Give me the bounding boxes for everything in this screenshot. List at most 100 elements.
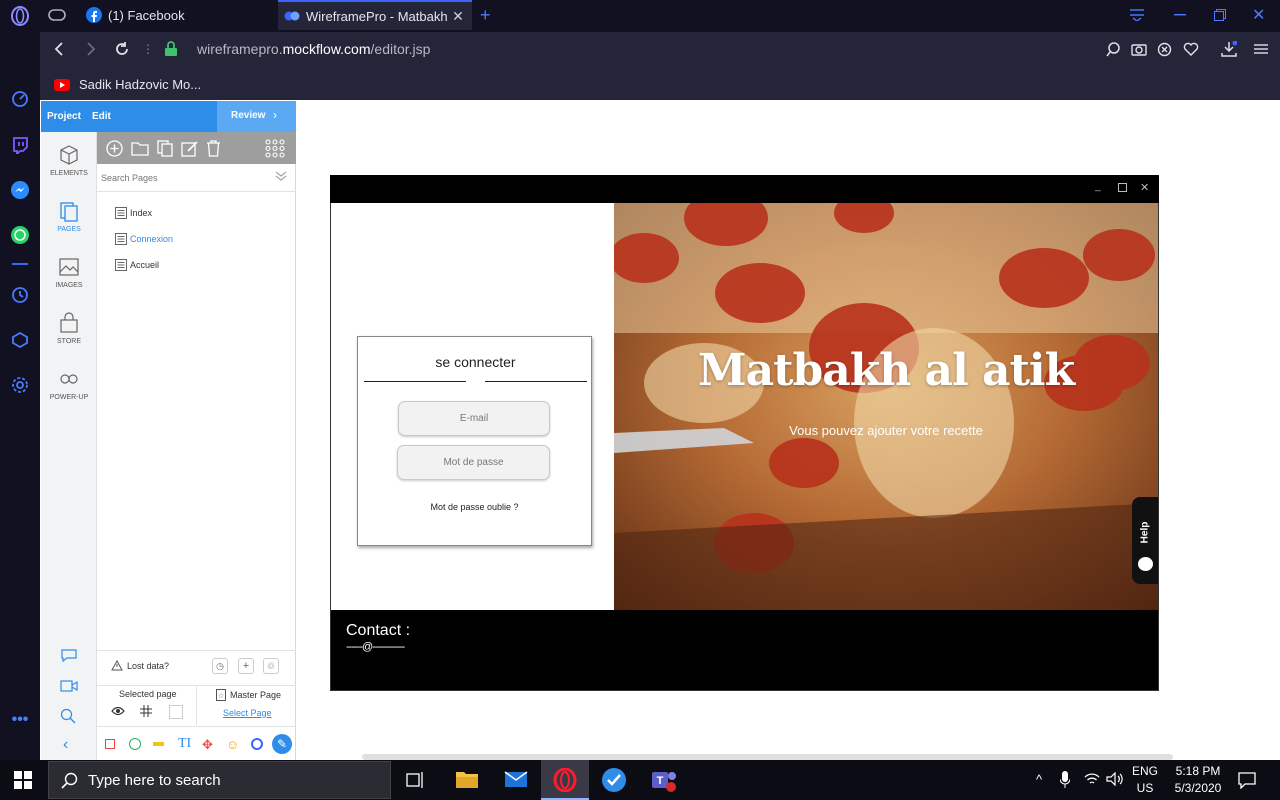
settings-gear-icon[interactable] xyxy=(9,374,31,396)
forward-icon[interactable] xyxy=(82,41,98,57)
back-icon[interactable] xyxy=(52,41,68,57)
gamepad-icon[interactable] xyxy=(48,0,78,30)
forgot-password-link[interactable]: Mot de passe oublie ? xyxy=(358,502,591,512)
move-tool-icon[interactable]: ✥ xyxy=(202,737,213,753)
duplicate-icon[interactable] xyxy=(157,140,173,157)
history-icon[interactable]: ◷ xyxy=(212,658,228,674)
camera-icon[interactable] xyxy=(1131,42,1147,56)
language-indicator[interactable]: ENG US xyxy=(1132,764,1158,795)
circle-tool-icon[interactable] xyxy=(129,738,141,750)
history-icon[interactable] xyxy=(9,284,31,306)
twitch-icon[interactable] xyxy=(9,134,31,156)
messenger-icon[interactable] xyxy=(9,179,31,201)
restore-icon[interactable] xyxy=(1214,0,1234,30)
tab-menu-icon[interactable] xyxy=(1130,0,1150,30)
task-view-icon[interactable] xyxy=(406,771,426,789)
menu-edit[interactable]: Edit xyxy=(92,111,111,122)
wifi-icon[interactable] xyxy=(1084,772,1100,786)
page-item-connexion[interactable]: Connexion xyxy=(115,233,173,245)
emoji-tool-icon[interactable]: ☺ xyxy=(226,737,239,752)
teams-icon[interactable]: T xyxy=(650,768,678,794)
taskbar-search[interactable]: Type here to search xyxy=(48,761,391,799)
windows-start-icon[interactable] xyxy=(14,771,32,789)
download-icon[interactable] xyxy=(1221,41,1237,57)
microphone-icon[interactable] xyxy=(1060,771,1070,788)
brush-tool-icon[interactable]: ✎ xyxy=(272,734,292,754)
notification-icon[interactable] xyxy=(1238,771,1256,789)
password-field[interactable]: Mot de passe xyxy=(397,445,550,480)
search-pages-input[interactable] xyxy=(101,168,273,188)
page-item-index[interactable]: Index xyxy=(115,207,152,219)
zoom-icon[interactable] xyxy=(60,708,76,724)
url-text[interactable]: wireframepro.mockflow.com/editor.jsp xyxy=(197,41,430,57)
mail-icon[interactable] xyxy=(504,769,528,789)
pages-tab[interactable]: PAGES xyxy=(41,200,97,233)
recycle-icon[interactable]: ♲ xyxy=(263,658,279,674)
rectangle-tool-icon[interactable] xyxy=(105,739,115,749)
chevron-up-icon[interactable]: ^ xyxy=(1036,772,1042,787)
trash-icon[interactable] xyxy=(206,140,221,157)
tab-wireframepro[interactable]: WireframePro - Matbakh al ✕ xyxy=(278,0,472,30)
grid-dots-icon[interactable]: ⋮ xyxy=(142,42,154,56)
ad-block-icon[interactable] xyxy=(1157,42,1172,57)
extensions-icon[interactable] xyxy=(9,329,31,351)
lost-data-link[interactable]: Lost data? xyxy=(111,660,169,671)
easy-setup-icon[interactable] xyxy=(1254,42,1268,56)
chat-icon[interactable] xyxy=(60,647,78,663)
search-icon xyxy=(61,772,78,789)
add-page-icon[interactable] xyxy=(106,140,123,157)
svg-text:T: T xyxy=(657,775,664,787)
wireframe-footer: Contact : ------@------------ xyxy=(331,610,1158,690)
elements-tab[interactable]: ELEMENTS xyxy=(41,144,97,177)
chevron-down-icon[interactable] xyxy=(275,170,287,182)
review-button[interactable]: Review › xyxy=(217,101,296,132)
file-explorer-icon[interactable] xyxy=(455,769,479,789)
volume-icon[interactable] xyxy=(1106,772,1124,786)
login-card[interactable]: se connecter E-mail Mot de passe Mot de … xyxy=(357,336,592,546)
power-up-tab[interactable]: POWER-UP xyxy=(41,368,97,401)
target-tool-icon[interactable] xyxy=(251,738,263,750)
text-tool-icon[interactable]: TI xyxy=(178,736,191,752)
heart-icon[interactable] xyxy=(1183,42,1199,56)
folder-icon[interactable] xyxy=(131,141,149,156)
bookmark-item[interactable]: Sadik Hadzovic Mo... xyxy=(54,77,201,92)
todo-icon[interactable] xyxy=(601,767,627,793)
image-icon xyxy=(58,256,80,278)
video-icon[interactable] xyxy=(60,679,78,693)
youtube-icon xyxy=(54,78,70,91)
eye-icon[interactable] xyxy=(111,706,125,716)
line-tool-icon[interactable] xyxy=(153,742,164,746)
bookmarks-bar: Sadik Hadzovic Mo... xyxy=(40,68,1280,100)
search-icon[interactable] xyxy=(1106,42,1121,57)
collapse-chevron-icon[interactable]: ‹ xyxy=(63,736,68,754)
whatsapp-icon[interactable] xyxy=(9,224,31,246)
help-tab[interactable]: Help xyxy=(1132,497,1158,584)
minimize-icon[interactable] xyxy=(1174,0,1194,30)
contact-label: Contact : xyxy=(346,622,411,639)
plus-icon[interactable]: + xyxy=(238,658,254,674)
opera-taskbar-button[interactable] xyxy=(541,760,589,800)
window-close-icon[interactable]: ✕ xyxy=(1252,0,1272,30)
clock[interactable]: 5:18 PM 5/3/2020 xyxy=(1168,764,1228,795)
speed-dial-icon[interactable] xyxy=(9,88,31,110)
email-field[interactable]: E-mail xyxy=(398,401,550,436)
close-icon[interactable]: ✕ xyxy=(450,8,466,24)
more-dots-icon[interactable]: ••• xyxy=(9,709,31,731)
divider xyxy=(97,726,296,727)
page-item-accueil[interactable]: Accueil xyxy=(115,259,159,271)
page-icon xyxy=(115,207,127,219)
store-tab[interactable]: STORE xyxy=(41,312,97,345)
new-tab-icon[interactable]: + xyxy=(480,0,500,30)
edit-icon[interactable] xyxy=(181,140,199,157)
reload-icon[interactable] xyxy=(114,41,130,57)
lock-icon[interactable] xyxy=(164,41,178,57)
hero-image[interactable]: Matbakh al atik Vous pouvez ajouter votr… xyxy=(614,203,1158,610)
images-tab[interactable]: IMAGES xyxy=(41,256,97,289)
menu-project[interactable]: Project xyxy=(47,111,81,122)
opera-logo-icon[interactable] xyxy=(9,5,31,27)
external-icon[interactable] xyxy=(169,705,183,719)
grid-view-icon[interactable] xyxy=(265,139,285,158)
grid-icon[interactable] xyxy=(140,705,152,717)
select-page-link[interactable]: Select Page xyxy=(223,708,272,718)
title-underline-left xyxy=(364,381,466,382)
